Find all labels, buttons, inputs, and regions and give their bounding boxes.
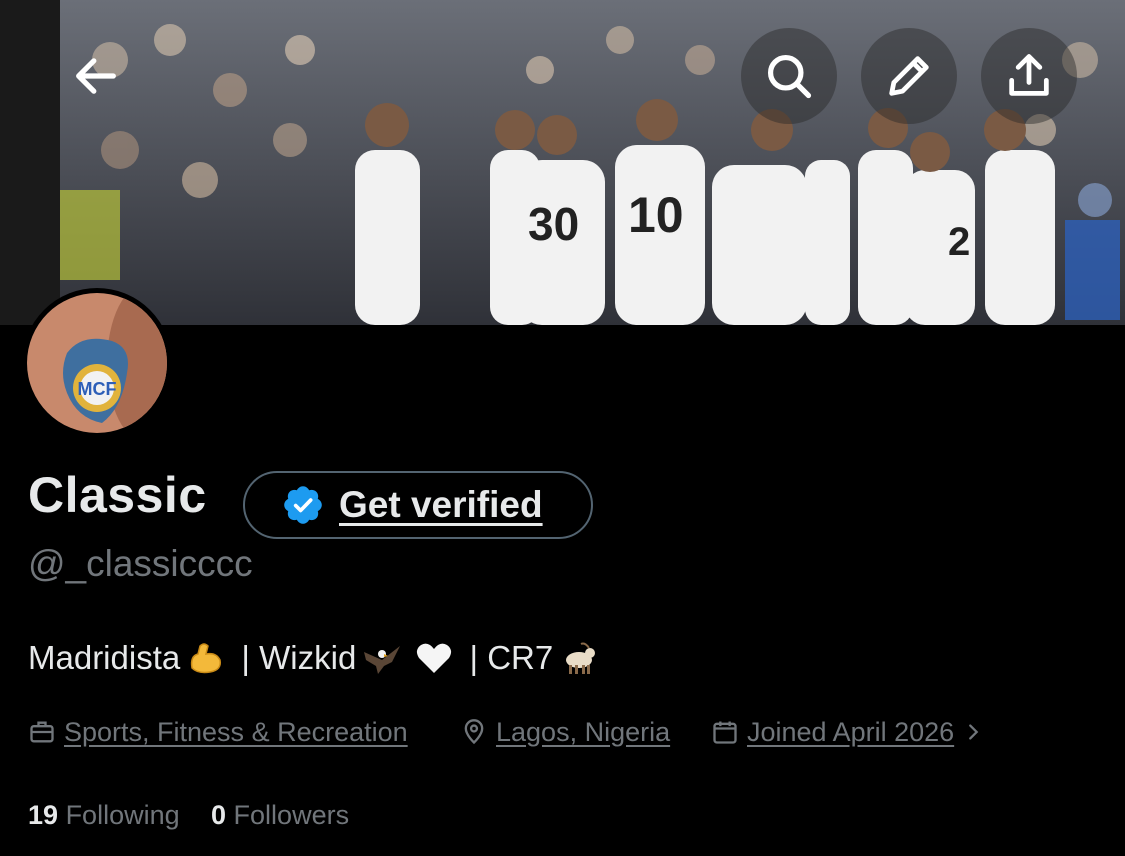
get-verified-label: Get verified xyxy=(339,484,543,525)
white-heart-icon xyxy=(417,643,452,673)
bio: Madridista | Wizkid | CR7 xyxy=(28,638,605,678)
profile-location[interactable]: Lagos, Nigeria xyxy=(460,714,670,750)
display-name: Classic xyxy=(28,467,207,523)
following-count-link[interactable]: 19 Following xyxy=(28,800,180,831)
avatar[interactable]: MCF xyxy=(22,288,172,438)
arrow-left-icon xyxy=(76,58,116,94)
edit-button[interactable] xyxy=(861,28,957,124)
joined-link[interactable]: Joined April 2026 xyxy=(747,717,954,748)
avatar-image: MCF xyxy=(27,293,167,433)
followers-count-link[interactable]: 0 Followers xyxy=(211,800,349,831)
username-handle: @_classicccc xyxy=(28,543,253,584)
goat-icon xyxy=(566,642,596,674)
profile-category[interactable]: Sports, Fitness & Recreation xyxy=(28,714,408,750)
search-button[interactable] xyxy=(741,28,837,124)
following-label: Following xyxy=(65,800,180,830)
get-verified-button[interactable]: Get verified xyxy=(243,471,593,539)
briefcase-icon xyxy=(30,721,54,743)
followers-label: Followers xyxy=(233,800,350,830)
flexed-biceps-icon xyxy=(191,643,222,674)
profile-joined[interactable]: Joined April 2026 xyxy=(711,714,984,750)
verified-badge-icon xyxy=(284,486,322,524)
eagle-icon xyxy=(364,646,401,674)
pencil-icon xyxy=(889,56,929,96)
calendar-icon xyxy=(713,721,737,744)
bio-text-3: | CR7 xyxy=(460,639,554,676)
bio-text-1: Madridista xyxy=(28,639,181,676)
chevron-right-icon xyxy=(969,724,979,740)
share-button[interactable] xyxy=(981,28,1077,124)
svg-text:30: 30 xyxy=(528,198,579,250)
bio-text-2: | Wizkid xyxy=(232,639,357,676)
back-button[interactable] xyxy=(48,28,144,124)
following-count: 19 xyxy=(28,800,59,830)
location-pin-icon xyxy=(464,719,484,745)
category-link[interactable]: Sports, Fitness & Recreation xyxy=(64,717,408,748)
followers-count: 0 xyxy=(211,800,227,830)
location-link[interactable]: Lagos, Nigeria xyxy=(496,717,670,748)
profile-banner[interactable]: 30 10 2 xyxy=(0,0,1125,325)
svg-text:MCF: MCF xyxy=(78,379,117,399)
share-upload-icon xyxy=(1009,54,1049,96)
search-icon xyxy=(767,54,812,99)
svg-text:10: 10 xyxy=(628,187,684,243)
svg-text:2: 2 xyxy=(948,220,970,264)
